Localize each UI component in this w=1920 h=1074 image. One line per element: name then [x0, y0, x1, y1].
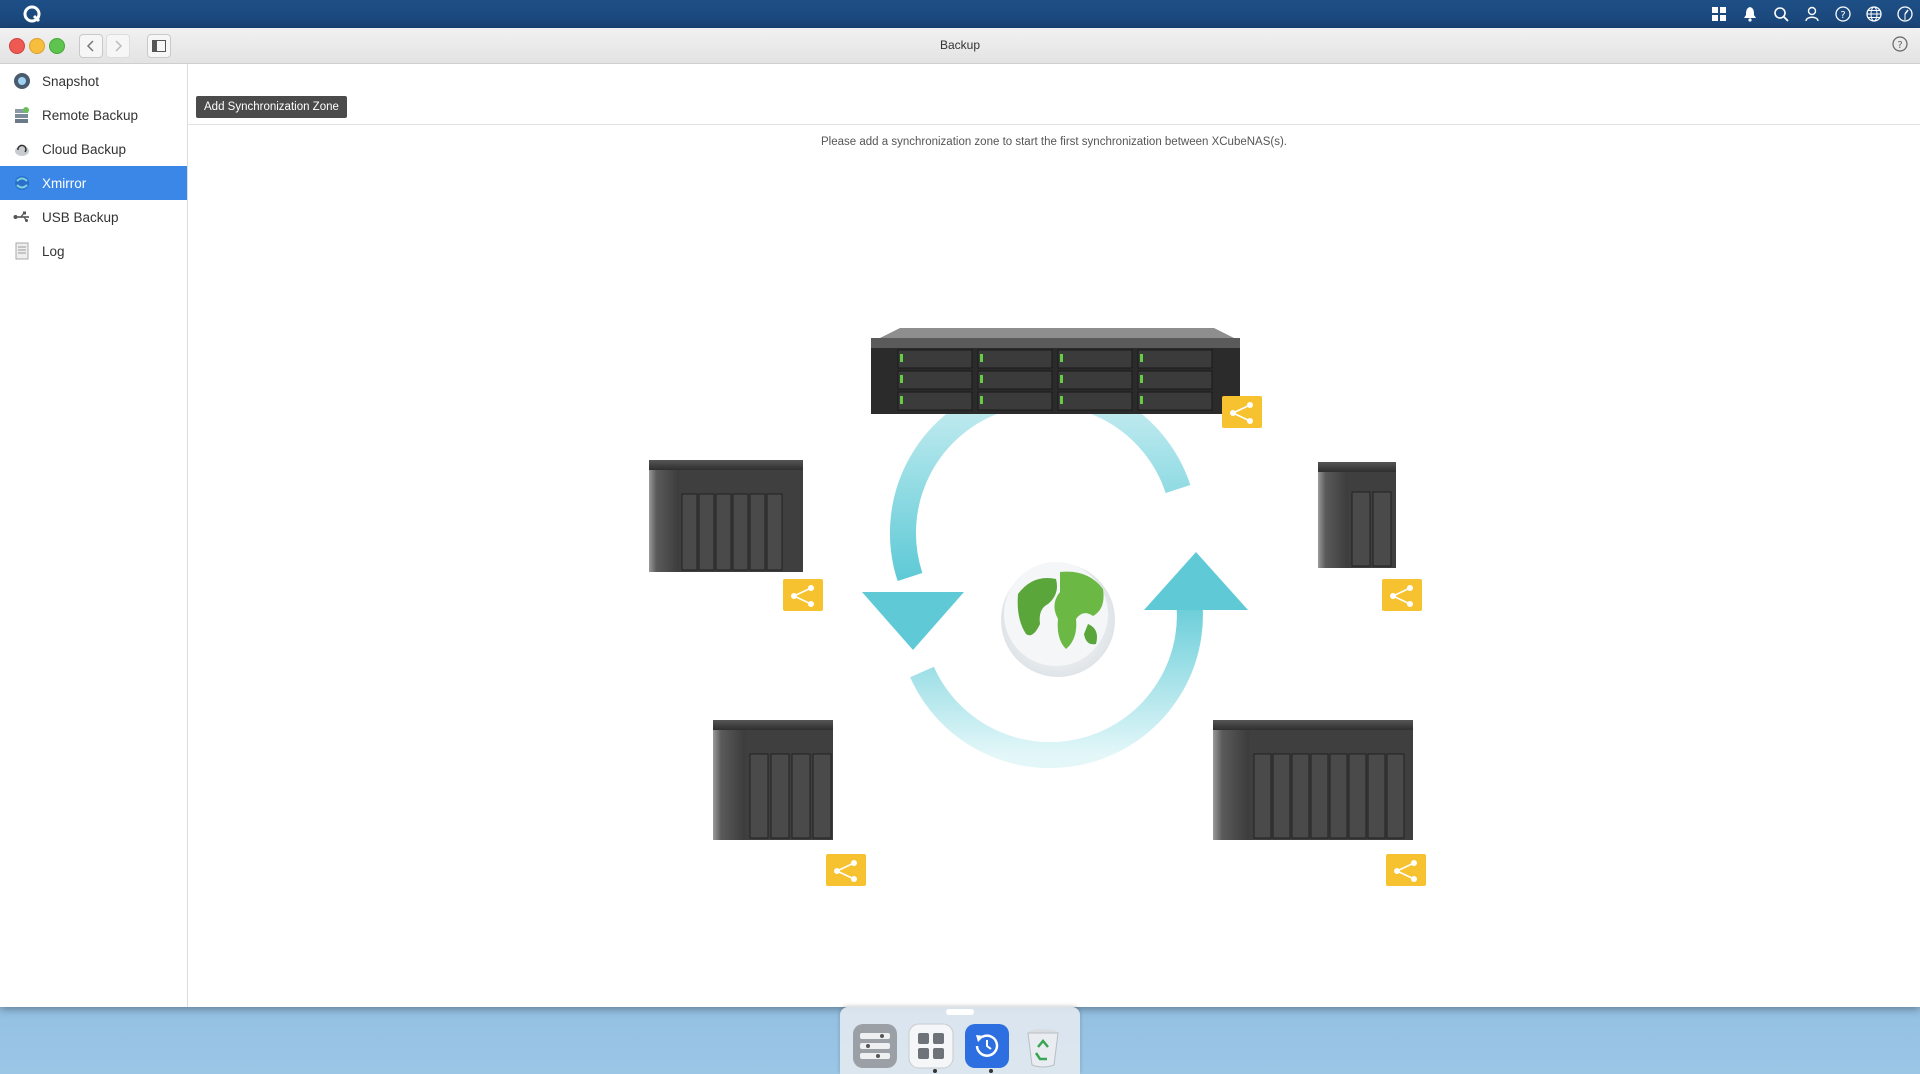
bell-icon[interactable]	[1734, 0, 1765, 28]
share-folder-icon	[1386, 854, 1426, 886]
svg-text:?: ?	[1897, 40, 1902, 51]
window-title: Backup	[939, 38, 981, 52]
sidebar-item-label: Cloud Backup	[42, 141, 127, 157]
dock-handle[interactable]	[946, 1009, 974, 1015]
share-folder-icon	[1382, 579, 1422, 611]
nas-wide-image	[1213, 720, 1413, 840]
xmirror-icon	[12, 173, 32, 193]
log-icon	[12, 241, 32, 261]
share-folder-icon	[826, 854, 866, 886]
share-folder-icon	[783, 579, 823, 611]
recycle-bin-icon[interactable]	[1020, 1023, 1066, 1069]
window-help-icon[interactable]: ?	[1892, 36, 1908, 57]
nas-8bay-image	[649, 460, 803, 572]
svg-text:?: ?	[1840, 10, 1845, 21]
globe-icon	[1001, 562, 1115, 677]
running-indicator	[989, 1069, 993, 1073]
app-center-icon[interactable]	[908, 1023, 954, 1069]
nas-4bay-image	[713, 720, 833, 840]
dashboard-icon[interactable]	[1889, 0, 1920, 28]
sidebar-item-cloud-backup[interactable]: Cloud Backup	[0, 132, 187, 166]
snapshot-icon	[12, 71, 32, 91]
sidebar-item-xmirror[interactable]: Xmirror	[0, 166, 187, 200]
window-titlebar: Backup ?	[0, 28, 1920, 64]
sidebar-item-remote-backup[interactable]: Remote Backup	[0, 98, 187, 132]
usb-icon	[12, 207, 32, 227]
search-icon[interactable]	[1765, 0, 1796, 28]
nas-2bay-image	[1318, 462, 1396, 568]
main-content: Add Synchronization Zone Please add a sy…	[188, 64, 1920, 1007]
sidebar-item-snapshot[interactable]: Snapshot	[0, 64, 187, 98]
sidebar: Snapshot Remote Backup Cloud Backup Xmir…	[0, 64, 188, 1007]
running-indicator	[933, 1069, 937, 1073]
remote-backup-icon	[12, 105, 32, 125]
sidebar-item-label: Remote Backup	[42, 107, 139, 123]
sidebar-item-label: USB Backup	[42, 209, 119, 225]
sidebar-item-log[interactable]: Log	[0, 234, 187, 268]
rack-nas-image	[871, 328, 1240, 414]
user-icon[interactable]	[1796, 0, 1827, 28]
sidebar-item-label: Snapshot	[42, 73, 100, 89]
backup-window: Backup ? Snapshot Remote Backup Cloud Ba…	[0, 28, 1920, 1007]
system-top-bar: ?	[0, 0, 1920, 28]
sidebar-item-label: Xmirror	[42, 175, 87, 191]
sidebar-item-usb-backup[interactable]: USB Backup	[0, 200, 187, 234]
xmirror-illustration	[649, 328, 1426, 886]
control-panel-icon[interactable]	[852, 1023, 898, 1069]
sidebar-item-label: Log	[42, 243, 65, 259]
dock	[840, 1007, 1080, 1074]
system-tray: ?	[1703, 0, 1920, 28]
qnap-logo-icon[interactable]	[22, 4, 42, 24]
globe-icon[interactable]	[1858, 0, 1889, 28]
help-icon[interactable]: ?	[1827, 0, 1858, 28]
apps-icon[interactable]	[1703, 0, 1734, 28]
share-folder-icon	[1222, 396, 1262, 428]
backup-app-icon[interactable]	[964, 1023, 1010, 1069]
cloud-backup-icon	[12, 139, 32, 159]
